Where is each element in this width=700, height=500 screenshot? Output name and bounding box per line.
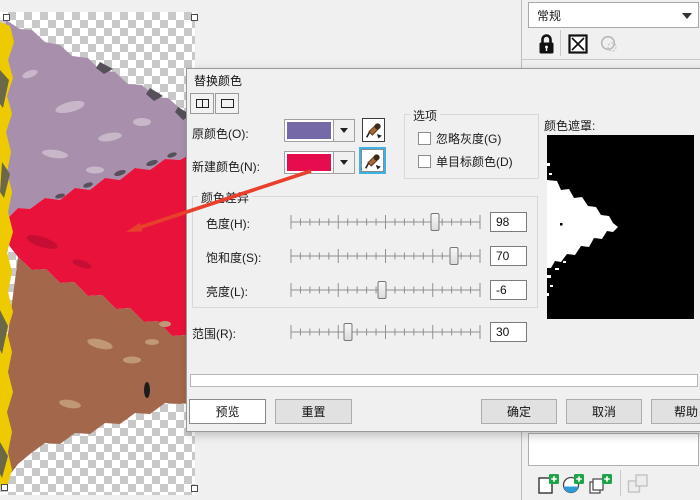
cancel-button[interactable]: 取消 [566, 399, 642, 424]
lens-disabled-button [598, 34, 620, 54]
hue-value-input[interactable] [490, 212, 527, 232]
new-object-button[interactable] [536, 472, 562, 496]
single-preview-button[interactable] [215, 93, 239, 114]
new-object-icon [537, 473, 561, 495]
new-color-swatch [287, 154, 331, 171]
original-color-dropdown[interactable] [333, 120, 354, 141]
original-color-combo[interactable] [284, 119, 355, 142]
single-target-color-row: 单目标颜色(D) [418, 153, 513, 170]
new-lens-icon [561, 473, 585, 495]
preview-button[interactable]: 预览 [189, 399, 266, 424]
saturation-slider-thumb[interactable] [449, 247, 458, 265]
lock-icon [538, 33, 555, 55]
range-value-input[interactable] [490, 322, 527, 342]
combine-shapes-disabled-button [626, 472, 650, 496]
dropdown-arrow-icon [340, 160, 348, 165]
combine-shapes-disabled-icon [627, 473, 649, 495]
ignore-grayscale-label: 忽略灰度(G) [436, 130, 501, 147]
selection-handle-top-right[interactable] [191, 14, 198, 21]
ignore-grayscale-checkbox[interactable] [418, 132, 431, 145]
options-group: 选项 忽略灰度(G) 单目标颜色(D) [404, 114, 539, 179]
hue-label: 色度(H): [206, 215, 250, 232]
lightness-value-input[interactable] [490, 280, 527, 300]
reset-button[interactable]: 重置 [275, 399, 352, 424]
duplicate-object-icon [588, 473, 614, 495]
docker-list-box[interactable] [528, 433, 699, 466]
lens-disabled-icon [599, 35, 619, 53]
ok-button[interactable]: 确定 [481, 399, 557, 424]
new-color-label: 新建颜色(N): [192, 158, 260, 175]
split-preview-icon [196, 99, 209, 108]
saturation-label: 饱和度(S): [206, 249, 261, 266]
selection-handle-top-left[interactable] [3, 14, 10, 21]
single-target-color-checkbox[interactable] [418, 155, 431, 168]
original-color-picker-button[interactable] [362, 118, 385, 142]
saturation-slider[interactable] [288, 245, 483, 267]
lightness-slider[interactable] [288, 279, 483, 301]
image-canvas[interactable] [0, 12, 195, 495]
artwork [0, 12, 195, 495]
options-group-label: 选项 [410, 107, 440, 124]
dropdown-arrow-icon [682, 13, 692, 19]
original-color-swatch [287, 122, 331, 139]
single-target-color-label: 单目标颜色(D) [436, 153, 513, 170]
original-color-label: 原颜色(O): [192, 125, 249, 142]
help-button[interactable]: 帮助 [651, 399, 700, 424]
range-label: 范围(R): [192, 325, 236, 342]
new-color-dropdown[interactable] [333, 152, 354, 173]
artwork-black-dab [144, 382, 150, 398]
preset-value: 常规 [537, 7, 561, 24]
selection-handle-bottom-right[interactable] [191, 485, 198, 492]
new-color-combo[interactable] [284, 151, 355, 174]
dropdown-arrow-icon [340, 128, 348, 133]
app-window: 常规 [0, 0, 700, 500]
checkerboard-box-icon [568, 34, 588, 54]
eyedropper-icon [364, 152, 382, 170]
lightness-label: 亮度(L): [206, 283, 248, 300]
split-preview-button[interactable] [190, 93, 214, 114]
ignore-grayscale-row: 忽略灰度(G) [418, 130, 501, 147]
dialog-title: 替换颜色 [194, 72, 242, 89]
preset-dropdown[interactable]: 常规 [528, 2, 699, 28]
progress-bar [190, 374, 698, 387]
saturation-value-input[interactable] [490, 246, 527, 266]
duplicate-object-button[interactable] [587, 472, 615, 496]
color-mask-label: 颜色遮罩: [544, 117, 595, 134]
lightness-slider-thumb[interactable] [377, 281, 386, 299]
hue-slider-thumb[interactable] [430, 213, 439, 231]
hue-slider[interactable] [288, 211, 483, 233]
selection-handle-bottom-left[interactable] [1, 484, 8, 491]
checkerboard-box-button[interactable] [567, 33, 589, 55]
range-slider[interactable] [288, 321, 483, 343]
range-slider-thumb[interactable] [343, 323, 352, 341]
replace-color-dialog: 替换颜色 原颜色(O): 新建颜色(N): [186, 68, 700, 432]
new-color-picker-button[interactable] [359, 147, 386, 174]
new-lens-button[interactable] [560, 472, 586, 496]
eyedropper-icon [365, 121, 383, 139]
single-preview-icon [221, 99, 234, 108]
color-difference-label: 颜色差异 [198, 189, 252, 206]
lock-button[interactable] [535, 32, 557, 55]
